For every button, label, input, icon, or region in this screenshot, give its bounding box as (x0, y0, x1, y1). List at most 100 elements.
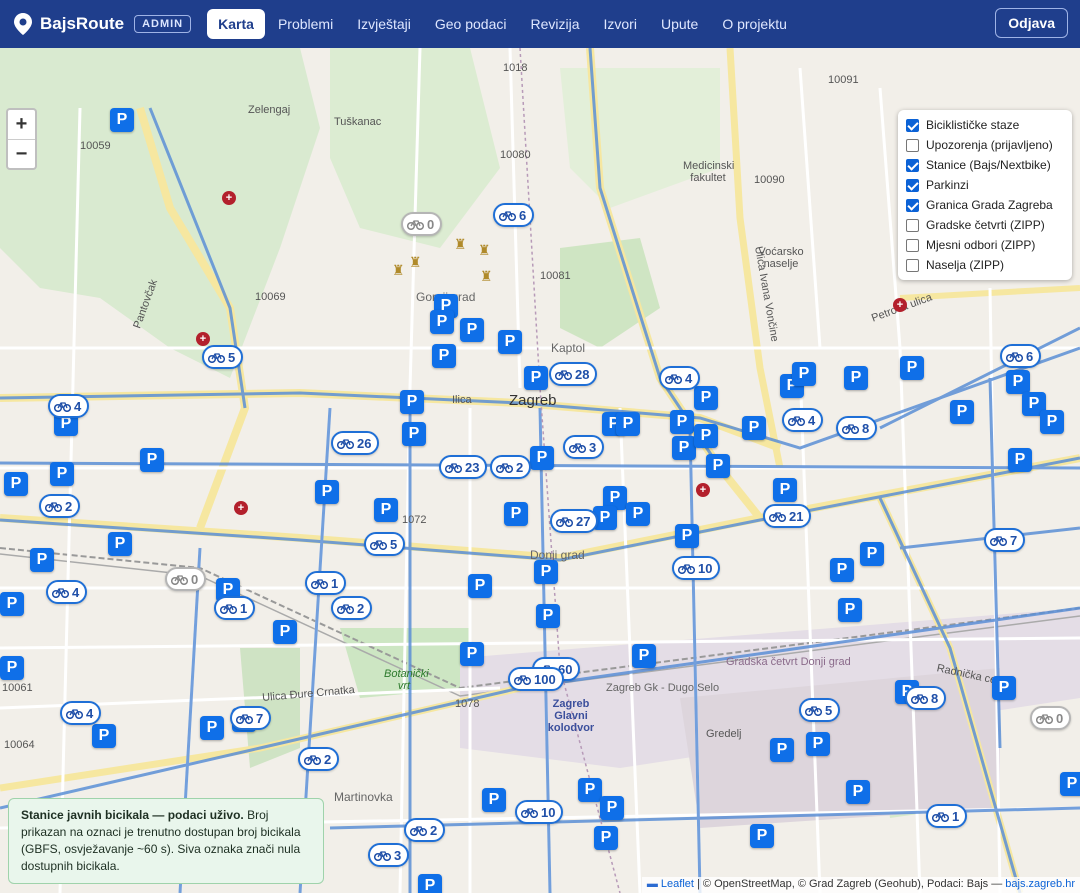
checkbox[interactable] (906, 198, 919, 212)
checkbox[interactable] (906, 218, 919, 232)
checkbox[interactable] (906, 178, 919, 192)
bike-station[interactable]: 2 (39, 494, 81, 518)
parking-marker[interactable]: P (536, 604, 560, 628)
layer-cycle-paths[interactable]: Biciklističke staze (906, 115, 1064, 135)
bike-station[interactable]: 26 (331, 431, 380, 455)
bike-station[interactable]: 3 (368, 843, 410, 867)
leaflet-link[interactable]: Leaflet (661, 878, 694, 890)
nav-upute[interactable]: Upute (650, 9, 709, 39)
layer-districts[interactable]: Gradske četvrti (ZIPP) (906, 215, 1064, 235)
parking-marker[interactable]: P (672, 436, 696, 460)
parking-marker[interactable]: P (992, 676, 1016, 700)
parking-marker[interactable]: P (534, 560, 558, 584)
bike-station[interactable]: 8 (836, 416, 878, 440)
parking-marker[interactable]: P (0, 656, 24, 680)
parking-marker[interactable]: P (504, 502, 528, 526)
bike-station[interactable]: 1 (926, 804, 968, 828)
parking-marker[interactable]: P (844, 366, 868, 390)
parking-marker[interactable]: P (418, 874, 442, 893)
bike-station[interactable]: 5 (202, 345, 244, 369)
nav-izvjestaji[interactable]: Izvještaji (346, 9, 422, 39)
parking-marker[interactable]: P (600, 796, 624, 820)
parking-marker[interactable]: P (670, 410, 694, 434)
bike-station[interactable]: 0 (401, 212, 443, 236)
layer-stations[interactable]: Stanice (Bajs/Nextbike) (906, 155, 1064, 175)
layer-settlements[interactable]: Naselja (ZIPP) (906, 255, 1064, 275)
parking-marker[interactable]: P (400, 390, 424, 414)
parking-marker[interactable]: P (50, 462, 74, 486)
parking-marker[interactable]: P (900, 356, 924, 380)
parking-marker[interactable]: P (626, 502, 650, 526)
bike-station[interactable]: 4 (782, 408, 824, 432)
nav-izvori[interactable]: Izvori (593, 9, 648, 39)
parking-marker[interactable]: P (30, 548, 54, 572)
parking-marker[interactable]: P (750, 824, 774, 848)
parking-marker[interactable]: P (846, 780, 870, 804)
bike-station[interactable]: 6 (1000, 344, 1042, 368)
bike-station[interactable]: 8 (905, 686, 947, 710)
bike-station[interactable]: 7 (230, 706, 272, 730)
parking-marker[interactable]: P (578, 778, 602, 802)
parking-marker[interactable]: P (742, 416, 766, 440)
bike-station[interactable]: 2 (298, 747, 340, 771)
parking-marker[interactable]: P (675, 524, 699, 548)
checkbox[interactable] (906, 158, 919, 172)
bike-station[interactable]: 21 (763, 504, 812, 528)
bike-station[interactable]: 27 (550, 509, 599, 533)
parking-marker[interactable]: P (1006, 370, 1030, 394)
parking-marker[interactable]: P (315, 480, 339, 504)
parking-marker[interactable]: P (92, 724, 116, 748)
parking-marker[interactable]: P (498, 330, 522, 354)
zoom-out-button[interactable]: − (8, 139, 35, 168)
bike-station[interactable]: 5 (799, 698, 841, 722)
nav-revizija[interactable]: Revizija (519, 9, 590, 39)
parking-marker[interactable]: P (616, 412, 640, 436)
parking-marker[interactable]: P (4, 472, 28, 496)
parking-marker[interactable]: P (632, 644, 656, 668)
zoom-in-button[interactable]: + (8, 110, 35, 139)
parking-marker[interactable]: P (460, 318, 484, 342)
bike-station[interactable]: 1 (214, 596, 256, 620)
bike-station[interactable]: 4 (48, 394, 90, 418)
checkbox[interactable] (906, 138, 919, 152)
bike-station[interactable]: 2 (331, 596, 373, 620)
bike-station[interactable]: 10 (672, 556, 721, 580)
parking-marker[interactable]: P (1040, 410, 1064, 434)
parking-marker[interactable]: P (200, 716, 224, 740)
bike-station[interactable]: 7 (984, 528, 1026, 552)
parking-marker[interactable]: P (806, 732, 830, 756)
bike-station[interactable]: 4 (60, 701, 102, 725)
checkbox[interactable] (906, 118, 919, 132)
parking-marker[interactable]: P (770, 738, 794, 762)
nav-geo-podaci[interactable]: Geo podaci (424, 9, 518, 39)
parking-marker[interactable]: P (430, 310, 454, 334)
bike-station[interactable]: 3 (563, 435, 605, 459)
layer-city-border[interactable]: Granica Grada Zagreba (906, 195, 1064, 215)
nav-o-projektu[interactable]: O projektu (711, 9, 798, 39)
parking-marker[interactable]: P (838, 598, 862, 622)
layer-local-boards[interactable]: Mjesni odbori (ZIPP) (906, 235, 1064, 255)
bike-station[interactable]: 4 (659, 366, 701, 390)
nav-karta[interactable]: Karta (207, 9, 265, 39)
parking-marker[interactable]: P (482, 788, 506, 812)
parking-marker[interactable]: P (792, 362, 816, 386)
bike-station[interactable]: 100 (508, 667, 564, 691)
checkbox[interactable] (906, 238, 919, 252)
bike-station[interactable]: 23 (439, 455, 488, 479)
parking-marker[interactable]: P (950, 400, 974, 424)
parking-marker[interactable]: P (1008, 448, 1032, 472)
parking-marker[interactable]: P (706, 454, 730, 478)
logout-button[interactable]: Odjava (995, 8, 1068, 38)
parking-marker[interactable]: P (1060, 772, 1080, 796)
bike-station[interactable]: 0 (1030, 706, 1072, 730)
layer-parking[interactable]: Parkinzi (906, 175, 1064, 195)
source-link[interactable]: bajs.zagreb.hr (1005, 878, 1075, 890)
parking-marker[interactable]: P (0, 592, 24, 616)
bike-station[interactable]: 2 (404, 818, 446, 842)
parking-marker[interactable]: P (830, 558, 854, 582)
parking-marker[interactable]: P (460, 642, 484, 666)
parking-marker[interactable]: P (402, 422, 426, 446)
parking-marker[interactable]: P (108, 532, 132, 556)
parking-marker[interactable]: P (530, 446, 554, 470)
brand[interactable]: BajsRoute ADMIN (14, 13, 192, 35)
